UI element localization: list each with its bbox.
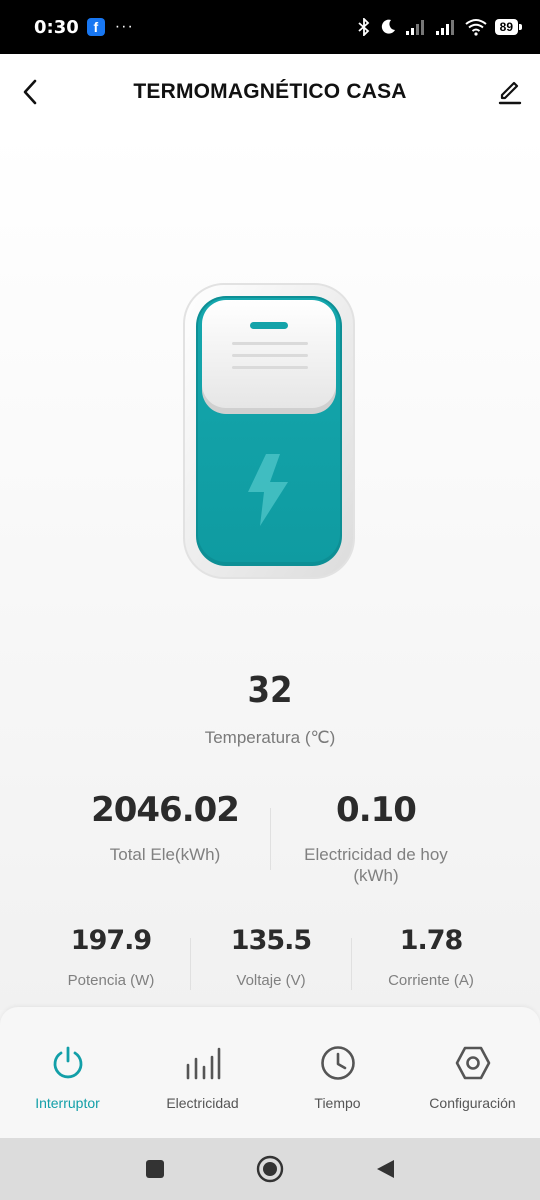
tab-electricidad[interactable]: Electricidad [135,1007,270,1138]
signal-icon [405,20,424,35]
triangle-back-icon [377,1160,394,1178]
today-energy-stat: 0.10 Electricidad de hoy (kWh) [286,790,466,886]
tab-configuracion-label: Configuración [429,1095,516,1111]
pencil-icon [498,81,522,105]
back-nav-button[interactable] [371,1155,399,1183]
divider [190,938,191,990]
more-notifications-icon: ··· [114,18,134,35]
home-circle-icon [256,1155,284,1183]
recent-apps-button[interactable] [141,1155,169,1183]
status-time: 0:30 [34,16,79,38]
back-button[interactable] [14,74,46,110]
tab-interruptor-label: Interruptor [35,1095,100,1111]
battery-indicator: 89 [494,19,523,35]
voltage-value: 135.5 [230,925,312,956]
power-label: Potencia (W) [67,972,155,989]
total-energy-stat: 2046.02 Total Ele(kWh) [60,790,270,865]
wifi-icon [465,19,487,36]
current-stat: 1.78 Corriente (A) [352,925,510,989]
temperature-label: Temperatura (℃) [204,728,336,747]
breaker-switch[interactable] [182,282,356,580]
clock-icon [320,1046,355,1080]
power-value: 197.9 [70,925,152,956]
page-title: TERMOMAGNÉTICO CASA [133,80,407,103]
total-energy-value: 2046.02 [91,790,240,830]
current-label: Corriente (A) [388,972,474,989]
app-header: TERMOMAGNÉTICO CASA [0,54,540,130]
chevron-left-icon [23,79,37,105]
voltage-stat: 135.5 Voltaje (V) [192,925,350,989]
system-nav-bar [0,1138,540,1200]
facebook-icon: f [86,18,105,36]
edit-button[interactable] [494,74,526,110]
bar-chart-icon [186,1047,220,1080]
tab-electricidad-label: Electricidad [166,1095,239,1111]
tab-tiempo-label: Tiempo [314,1095,361,1111]
main-content: 32 Temperatura (℃) 2046.02 Total Ele(kWh… [0,130,540,1010]
power-stat: 197.9 Potencia (W) [32,925,190,989]
divider [270,808,271,870]
square-icon [146,1160,164,1178]
today-energy-value: 0.10 [336,790,417,830]
voltage-label: Voltaje (V) [236,972,306,989]
status-bar: 0:30 f ··· 89 [0,0,540,54]
signal-icon-2 [435,20,454,35]
hexagon-settings-icon [455,1046,490,1080]
moon-icon [381,19,395,34]
power-icon [53,1046,82,1079]
bottom-tab-bar: Interruptor Electricidad Tiempo Configur… [0,1007,540,1138]
home-button[interactable] [256,1155,284,1183]
today-energy-label: Electricidad de hoy (kWh) [304,845,448,885]
tab-tiempo[interactable]: Tiempo [270,1007,405,1138]
tab-interruptor[interactable]: Interruptor [0,1007,135,1138]
current-value: 1.78 [399,925,464,956]
tab-configuracion[interactable]: Configuración [405,1007,540,1138]
bluetooth-icon [358,18,369,36]
total-energy-label: Total Ele(kWh) [109,845,221,864]
temperature-value: 32 [247,670,293,711]
